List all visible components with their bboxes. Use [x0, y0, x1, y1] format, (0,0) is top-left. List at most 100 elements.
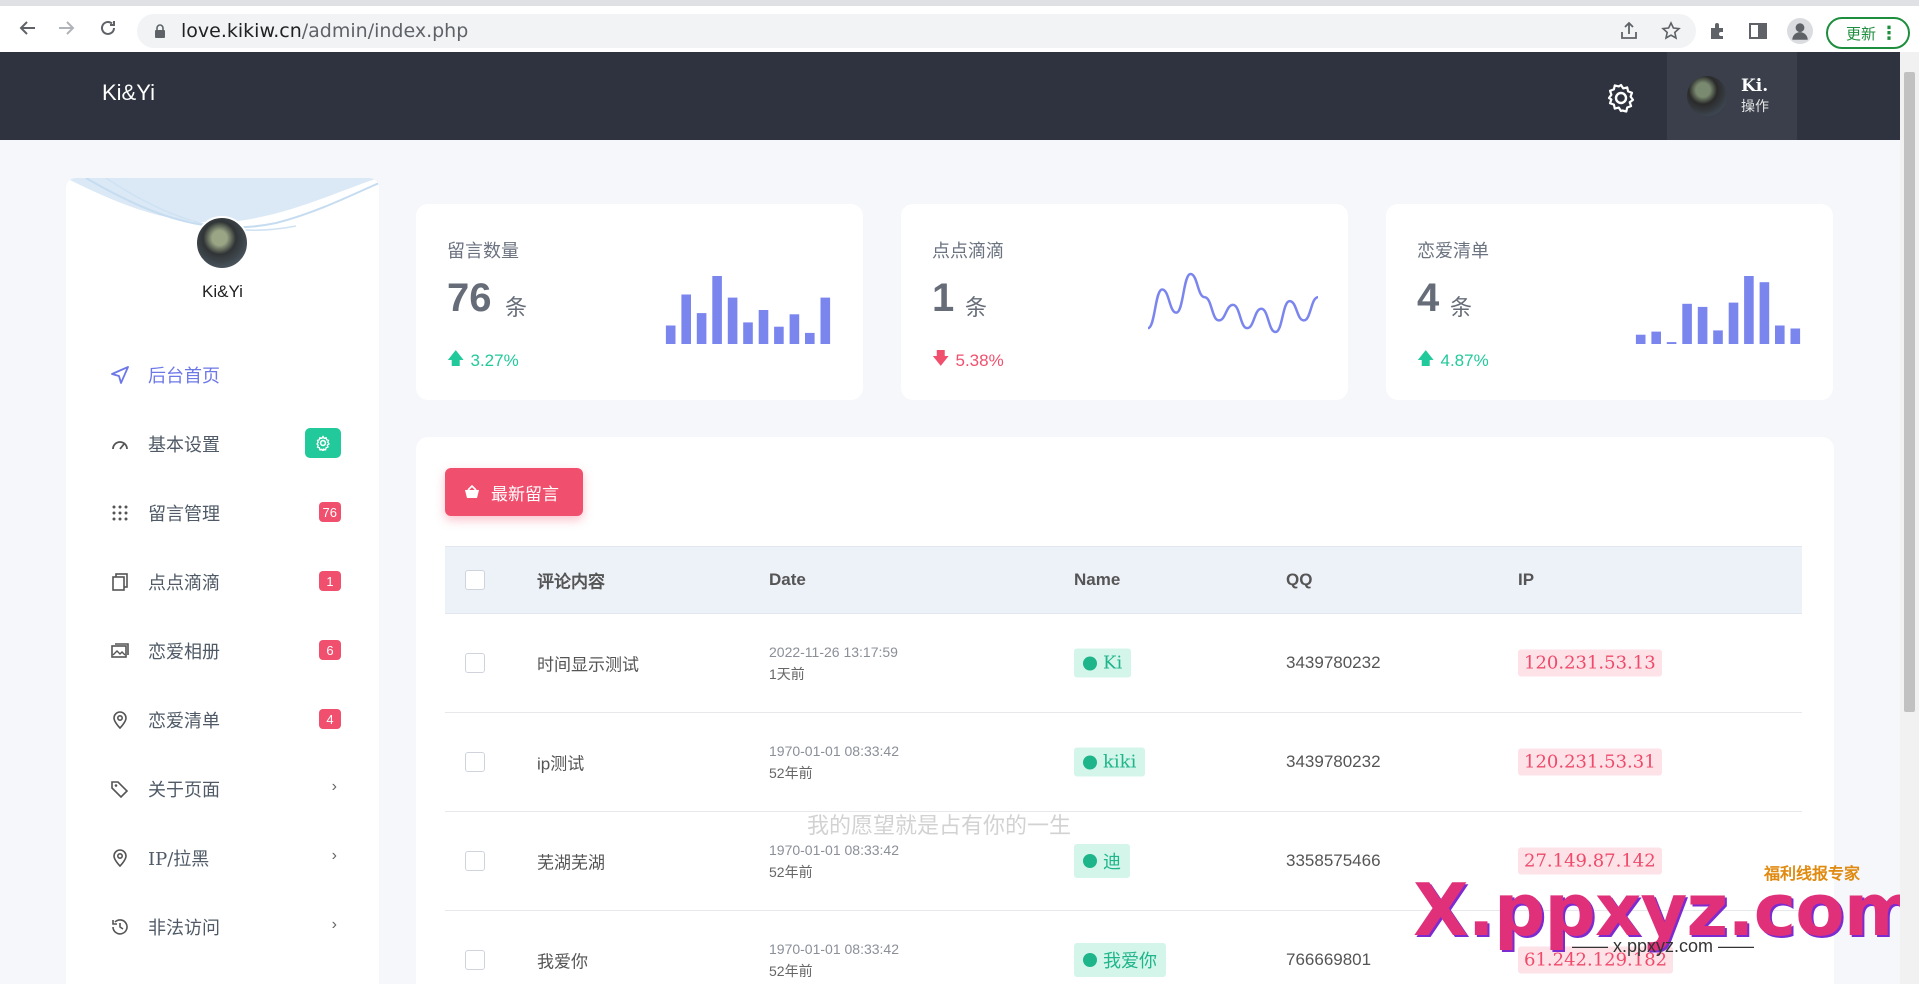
- arrow-right-icon: [59, 21, 75, 35]
- navigation-icon: [110, 365, 130, 385]
- spark-bar: [727, 297, 738, 344]
- sidebar-item-lovelist[interactable]: 恋爱清单 4: [66, 685, 379, 754]
- spark-bar: [1713, 330, 1723, 344]
- app-header: Ki&Yi Ki. 操作: [0, 52, 1900, 140]
- sparkline-line-chart: [1148, 272, 1318, 334]
- chevron-right-icon: ›: [331, 916, 337, 933]
- name-tag: 迪: [1074, 844, 1130, 878]
- settings-badge[interactable]: [305, 428, 341, 458]
- row-checkbox[interactable]: [465, 653, 485, 673]
- stat-card-messages: 留言数量 76 条 🡅 3.27%: [416, 204, 863, 400]
- arrow-up-icon: 🡅: [1417, 349, 1435, 368]
- url-text: love.kikiw.cn/admin/index.php: [181, 20, 469, 42]
- table-row: 时间显示测试 2022-11-26 13:17:59 1天前 Ki 3439780…: [445, 614, 1802, 713]
- comment-content: 我爱你: [537, 952, 588, 972]
- column-header-ip[interactable]: IP: [1518, 570, 1534, 590]
- spark-bar: [1666, 342, 1677, 344]
- ip-tag: 120.231.53.31: [1518, 748, 1662, 776]
- scrollbar[interactable]: [1900, 52, 1919, 984]
- sparkline-bar-chart: [665, 276, 831, 344]
- tags-icon: [110, 779, 130, 799]
- sidebar-item-label: 基本设置: [148, 434, 220, 456]
- spark-bar: [774, 326, 784, 344]
- stat-value: 4: [1417, 276, 1440, 320]
- sidebar-item-settings[interactable]: 基本设置: [66, 409, 379, 478]
- grid-icon: [110, 503, 130, 523]
- name-tag: Ki: [1074, 648, 1132, 678]
- select-all-checkbox[interactable]: [465, 570, 485, 590]
- sidebar-item-label: 后台首页: [148, 365, 220, 387]
- sidebar-item-dashboard[interactable]: 后台首页: [66, 340, 379, 409]
- documents-icon: [110, 572, 130, 592]
- count-badge: 4: [319, 709, 341, 729]
- location-pin-icon: [110, 710, 130, 730]
- arrow-left-icon: [19, 21, 35, 35]
- dashboard-gauge-icon: [110, 434, 130, 454]
- share-icon[interactable]: [1618, 20, 1640, 42]
- user-name: Ki.: [1741, 76, 1769, 96]
- sidebar-item-messages[interactable]: 留言管理 76: [66, 478, 379, 547]
- reload-button[interactable]: [88, 8, 128, 48]
- row-checkbox[interactable]: [465, 851, 485, 871]
- spark-bar: [1744, 276, 1754, 344]
- update-button[interactable]: 更新 ⋮: [1826, 17, 1910, 49]
- date-cell: 1970-01-01 08:33:42 52年前: [769, 941, 899, 979]
- count-badge: 76: [318, 502, 341, 522]
- table-header: 评论内容 Date Name QQ IP: [445, 546, 1802, 614]
- spark-bar: [1651, 331, 1661, 344]
- user-circle-icon: [1083, 755, 1097, 769]
- sidebar-menu: 后台首页 基本设置 留言管理 76 点点滴滴 1 恋爱相册 6 恋爱清单 4 关…: [66, 340, 379, 961]
- row-checkbox[interactable]: [465, 950, 485, 970]
- forward-button[interactable]: [46, 8, 86, 48]
- column-header-content[interactable]: 评论内容: [537, 568, 605, 593]
- profile-icon[interactable]: [1787, 18, 1813, 44]
- row-checkbox[interactable]: [465, 752, 485, 772]
- stat-trend: 🡅 3.27%: [447, 346, 519, 375]
- spark-bar: [1775, 325, 1785, 344]
- gear-icon: [316, 435, 330, 451]
- chevron-right-icon: ›: [331, 778, 337, 795]
- stat-card-lovelist: 恋爱清单 4 条 🡅 4.87%: [1386, 204, 1833, 400]
- arrow-down-icon: 🡇: [932, 349, 950, 368]
- sidebar-item-album[interactable]: 恋爱相册 6: [66, 616, 379, 685]
- comment-content: ip测试: [537, 754, 585, 774]
- sidepanel-icon[interactable]: [1747, 20, 1769, 42]
- sidebar-item-label: 恋爱清单: [148, 710, 220, 732]
- column-header-name[interactable]: Name: [1074, 570, 1120, 590]
- spark-bar: [758, 310, 769, 344]
- spark-bar: [805, 332, 815, 344]
- scrollbar-thumb[interactable]: [1904, 72, 1915, 712]
- sidebar-item-about[interactable]: 关于页面 ›: [66, 754, 379, 823]
- column-header-qq[interactable]: QQ: [1286, 570, 1312, 590]
- sidebar-item-ip-block[interactable]: IP/拉黑 ›: [66, 823, 379, 892]
- stat-trend: 🡅 4.87%: [1417, 346, 1489, 375]
- history-icon: [110, 917, 130, 937]
- spark-bar: [712, 276, 722, 344]
- spark-bar: [1682, 303, 1692, 344]
- sparkline-bar-chart: [1635, 276, 1801, 344]
- latest-messages-button[interactable]: 最新留言: [445, 468, 583, 516]
- gear-icon[interactable]: [1605, 82, 1637, 114]
- profile-name: Ki&Yi: [202, 282, 243, 301]
- lock-icon: [155, 24, 165, 38]
- arrow-up-icon: 🡅: [447, 349, 465, 368]
- puzzle-icon[interactable]: [1707, 20, 1729, 42]
- column-header-date[interactable]: Date: [769, 570, 806, 590]
- date-cell: 2022-11-26 13:17:59 1天前: [769, 644, 898, 682]
- sidebar-item-moments[interactable]: 点点滴滴 1: [66, 547, 379, 616]
- spark-bar: [820, 297, 831, 344]
- comment-content: 时间显示测试: [537, 655, 639, 675]
- spark-bar: [696, 313, 707, 344]
- qq-cell: 3358575466: [1286, 851, 1381, 870]
- star-icon[interactable]: [1660, 20, 1682, 42]
- qq-cell: 3439780232: [1286, 752, 1381, 771]
- brand-logo[interactable]: Ki&Yi: [102, 80, 155, 106]
- more-menu-icon[interactable]: ⋮: [1880, 23, 1898, 43]
- address-bar[interactable]: love.kikiw.cn/admin/index.php: [137, 14, 1696, 48]
- sidebar-item-illegal-access[interactable]: 非法访问 ›: [66, 892, 379, 961]
- stat-unit: 条: [1450, 296, 1473, 321]
- sidebar-item-label: 非法访问: [148, 917, 220, 939]
- user-menu[interactable]: Ki. 操作: [1667, 52, 1797, 140]
- basket-icon: [465, 484, 479, 498]
- back-button[interactable]: [8, 8, 48, 48]
